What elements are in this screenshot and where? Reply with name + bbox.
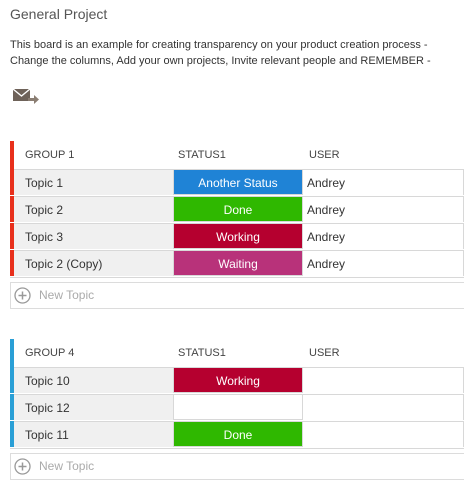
- new-topic-input[interactable]: New Topic: [10, 282, 464, 309]
- group-color-bar: [10, 141, 14, 169]
- topic-cell[interactable]: Topic 12: [14, 394, 173, 420]
- group-name[interactable]: GROUP 4: [25, 339, 74, 367]
- group-1: GROUP 1 STATUS1 USER Topic 1 Another Sta…: [10, 141, 464, 309]
- group-header: GROUP 1 STATUS1 USER: [10, 141, 464, 169]
- group-header: GROUP 4 STATUS1 USER: [10, 339, 464, 367]
- new-topic-placeholder: New Topic: [39, 459, 95, 473]
- topic-cell[interactable]: Topic 10: [14, 367, 173, 393]
- user-cell[interactable]: [303, 394, 464, 420]
- board-description: This board is an example for creating tr…: [10, 37, 464, 69]
- user-column-header[interactable]: USER: [309, 141, 340, 169]
- topic-cell[interactable]: Topic 2: [14, 196, 173, 222]
- user-cell[interactable]: Andrey: [303, 169, 464, 195]
- board-description-line-2: Change the columns, Add your own project…: [10, 55, 431, 67]
- user-cell[interactable]: [303, 421, 464, 447]
- user-cell[interactable]: [303, 367, 464, 393]
- status-cell[interactable]: Waiting: [173, 250, 303, 276]
- status-cell[interactable]: [173, 394, 303, 420]
- group-rows: Topic 10 Working Topic 12 Topic 11 Done: [10, 367, 464, 449]
- status-cell[interactable]: Working: [173, 367, 303, 393]
- new-topic-input[interactable]: New Topic: [10, 453, 464, 480]
- status-cell[interactable]: Working: [173, 223, 303, 249]
- user-cell[interactable]: Andrey: [303, 223, 464, 249]
- table-row: Topic 10 Working: [10, 367, 464, 394]
- table-row: Topic 2 Done Andrey: [10, 196, 464, 223]
- table-row: Topic 3 Working Andrey: [10, 223, 464, 250]
- status-cell[interactable]: Done: [173, 196, 303, 222]
- topic-cell[interactable]: Topic 2 (Copy): [14, 250, 173, 276]
- board-description-line-1: This board is an example for creating tr…: [10, 39, 428, 51]
- topic-cell[interactable]: Topic 11: [14, 421, 173, 447]
- status-cell[interactable]: Done: [173, 421, 303, 447]
- add-circle-icon[interactable]: [14, 458, 31, 475]
- user-cell[interactable]: Andrey: [303, 250, 464, 276]
- table-row: Topic 11 Done: [10, 421, 464, 448]
- user-cell[interactable]: Andrey: [303, 196, 464, 222]
- group-4: GROUP 4 STATUS1 USER Topic 10 Working To…: [10, 339, 464, 480]
- group-color-bar: [10, 339, 14, 367]
- topic-cell[interactable]: Topic 1: [14, 169, 173, 195]
- group-name[interactable]: GROUP 1: [25, 141, 74, 169]
- status-column-header[interactable]: STATUS1: [178, 339, 226, 367]
- board-title: General Project: [10, 6, 108, 22]
- add-circle-icon[interactable]: [14, 287, 31, 304]
- status-cell[interactable]: Another Status: [173, 169, 303, 195]
- table-row: Topic 1 Another Status Andrey: [10, 169, 464, 196]
- status-column-header[interactable]: STATUS1: [178, 141, 226, 169]
- user-column-header[interactable]: USER: [309, 339, 340, 367]
- topic-cell[interactable]: Topic 3: [14, 223, 173, 249]
- new-topic-placeholder: New Topic: [39, 288, 95, 302]
- mail-forward-icon[interactable]: [12, 87, 40, 105]
- table-row: Topic 2 (Copy) Waiting Andrey: [10, 250, 464, 277]
- table-row: Topic 12: [10, 394, 464, 421]
- group-rows: Topic 1 Another Status Andrey Topic 2 Do…: [10, 169, 464, 278]
